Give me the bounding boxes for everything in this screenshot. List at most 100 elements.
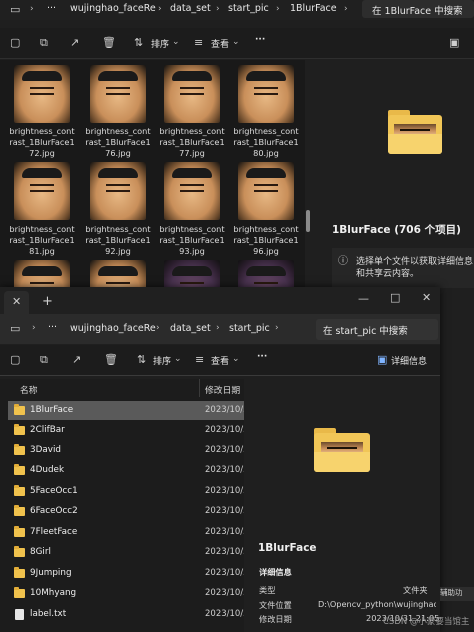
table-row[interactable]: label.txt2023/10/3 (8, 605, 244, 624)
thumbnail-label[interactable]: brightness_cont rast_1BlurFace1 92.jpg (80, 224, 156, 257)
view-icon[interactable]: ≡ (195, 354, 204, 365)
table-row[interactable]: 5FaceOcc12023/10/3 (8, 482, 244, 501)
type-value: 文件夹 (403, 585, 428, 595)
folder-icon (14, 424, 25, 435)
column-header-date[interactable]: 修改日期 (205, 383, 240, 396)
view-icon[interactable]: ≡ (194, 37, 203, 48)
info-text: 选择单个文件以获取详细信息和共享云内容。 (356, 257, 474, 279)
thumbnail-label[interactable]: brightness_cont rast_1BlurFace1 77.jpg (154, 126, 230, 159)
breadcrumb-item[interactable]: wujinghao_faceRe (70, 3, 156, 14)
breadcrumb-item[interactable]: 1BlurFace (290, 3, 337, 14)
minimize-icon[interactable]: — (358, 293, 369, 304)
folder-icon (14, 526, 25, 537)
column-header-name[interactable]: 名称 (20, 383, 38, 396)
column-divider[interactable] (199, 379, 200, 397)
front-explorer-window: ✕ + — □ ✕ ▭ › ··· wujinghao_faceRe › dat… (0, 287, 440, 632)
new-tab-icon[interactable]: + (42, 295, 53, 308)
thumbnail-label[interactable]: brightness_cont rast_1BlurFace1 76.jpg (80, 126, 156, 159)
image-thumbnail[interactable] (14, 162, 70, 220)
share-icon[interactable]: ↗ (72, 354, 81, 365)
copy-icon[interactable]: ⧉ (40, 37, 48, 48)
image-thumbnail[interactable] (14, 65, 70, 123)
chevron-down-icon: ⌄ (232, 37, 240, 47)
preview-title: 1BlurFace (706 个项目) (332, 224, 461, 236)
delete-icon[interactable]: 🗑 (102, 37, 116, 48)
command-bar: ▢ ⧉ ↗ 🗑 ⇅ 排序 ⌄ ≡ 查看 ⌄ ··· ▣ (0, 28, 474, 59)
chevron-down-icon: ⌄ (172, 37, 180, 47)
thumbnail-label[interactable]: brightness_cont rast_1BlurFace1 72.jpg (4, 126, 80, 159)
search-placeholder: 在 start_pic 中搜索 (323, 326, 408, 337)
image-thumbnail[interactable] (164, 65, 220, 123)
view-button[interactable]: 查看 (211, 37, 229, 50)
image-thumbnail[interactable] (164, 162, 220, 220)
view-button[interactable]: 查看 (211, 354, 229, 367)
share-icon[interactable]: ↗ (70, 37, 79, 48)
scrollbar-thumb[interactable] (306, 210, 310, 232)
table-row[interactable]: 9Jumping2023/10/3 (8, 564, 244, 583)
face-image (238, 162, 294, 220)
details-pane-icon[interactable]: ▣ (449, 37, 459, 48)
table-row[interactable]: 6FaceOcc22023/10/3 (8, 502, 244, 521)
table-row[interactable]: 4Dudek2023/10/3 (8, 461, 244, 480)
sort-icon[interactable]: ⇅ (134, 37, 143, 48)
monitor-icon[interactable]: ▭ (10, 4, 20, 15)
breadcrumb-item[interactable]: data_set (170, 323, 211, 334)
cut-icon[interactable]: ▢ (10, 354, 20, 365)
tab-current[interactable]: ✕ (4, 291, 29, 314)
delete-icon[interactable]: 🗑 (104, 354, 118, 365)
ellipsis-icon[interactable]: ··· (48, 322, 57, 333)
details-button[interactable]: 详细信息 (391, 354, 427, 367)
more-options-button[interactable]: ··· (257, 352, 267, 362)
table-row[interactable]: 8Girl2023/10/3 (8, 543, 244, 562)
copy-icon[interactable]: ⧉ (40, 354, 48, 365)
close-window-icon[interactable]: ✕ (422, 292, 431, 303)
folder-icon (14, 444, 25, 455)
folder-icon (14, 567, 25, 578)
face-image (90, 65, 146, 123)
search-input[interactable]: 在 start_pic 中搜索 (316, 319, 438, 340)
image-thumbnail[interactable] (90, 162, 146, 220)
table-row[interactable]: 3David2023/10/3 (8, 441, 244, 460)
table-row[interactable]: 10Mhyang2023/10/3 (8, 584, 244, 603)
chevron-right-icon: › (216, 323, 220, 333)
breadcrumb-item[interactable]: data_set (170, 3, 211, 14)
thumbnail-label[interactable]: brightness_cont rast_1BlurFace1 96.jpg (228, 224, 304, 257)
thumbnail-label[interactable]: brightness_cont rast_1BlurFace1 81.jpg (4, 224, 80, 257)
sort-icon[interactable]: ⇅ (137, 354, 146, 365)
text-file-icon (15, 609, 24, 620)
close-icon[interactable]: ✕ (12, 296, 21, 307)
breadcrumb-item[interactable]: wujinghao_faceRe (70, 323, 156, 334)
monitor-icon[interactable]: ▭ (10, 323, 20, 334)
chevron-right-icon: › (344, 4, 348, 14)
search-input[interactable]: 在 1BlurFace 中搜索 (362, 0, 474, 18)
face-image (14, 65, 70, 123)
sort-up-icon: ^ (106, 379, 113, 383)
more-options-button[interactable]: ··· (255, 35, 265, 45)
taskbar-hint: 辅助功 (440, 587, 474, 601)
type-label: 类型 (259, 585, 276, 595)
folder-icon (14, 464, 25, 475)
chevron-down-icon: ⌄ (232, 354, 240, 364)
ellipsis-icon[interactable]: ··· (47, 3, 56, 14)
image-thumbnail[interactable] (90, 65, 146, 123)
sort-button[interactable]: 排序 (151, 37, 169, 50)
face-image (14, 162, 70, 220)
table-row[interactable]: 1BlurFace2023/10/3 (8, 401, 244, 420)
image-thumbnail[interactable] (238, 65, 294, 123)
folder-preview-icon (314, 428, 370, 472)
maximize-icon[interactable]: □ (390, 292, 400, 303)
preview-title: 1BlurFace (258, 542, 317, 554)
thumbnail-label[interactable]: brightness_cont rast_1BlurFace1 93.jpg (154, 224, 230, 257)
table-row[interactable]: 7FleetFace2023/10/3 (8, 523, 244, 542)
modified-label: 修改日期 (259, 614, 292, 624)
cut-icon[interactable]: ▢ (10, 37, 20, 48)
details-pane-icon[interactable]: ▣ (377, 354, 387, 365)
breadcrumb-item[interactable]: start_pic (229, 323, 270, 334)
thumbnail-label[interactable]: brightness_cont rast_1BlurFace1 80.jpg (228, 126, 304, 159)
breadcrumb-item[interactable]: start_pic (228, 3, 269, 14)
image-thumbnail[interactable] (238, 162, 294, 220)
command-bar: ▢ ⧉ ↗ 🗑 ⇅ 排序 ⌄ ≡ 查看 ⌄ ··· ▣ 详细信息 (0, 345, 440, 376)
sort-button[interactable]: 排序 (153, 354, 171, 367)
chevron-right-icon: › (32, 323, 36, 333)
table-row[interactable]: 2ClifBar2023/10/3 (8, 421, 244, 440)
